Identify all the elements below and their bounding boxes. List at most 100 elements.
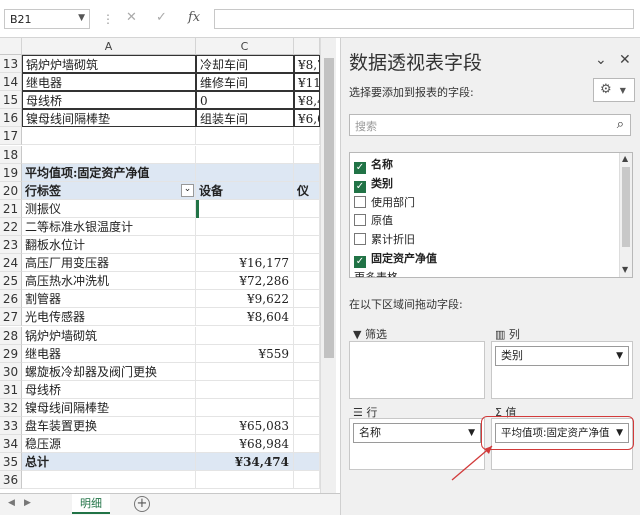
rows-drop-area[interactable]: 名称 ▼ [349, 418, 485, 470]
cell-c[interactable] [196, 380, 294, 399]
cell-a[interactable]: 高压热水冲洗机 [22, 272, 196, 291]
cell-c[interactable] [196, 163, 294, 182]
row-number[interactable]: 22 [0, 217, 22, 236]
cell-d[interactable] [294, 326, 320, 345]
row-number[interactable]: 30 [0, 362, 22, 381]
cell-d[interactable] [294, 290, 320, 309]
row-number[interactable]: 21 [0, 199, 22, 218]
row-number[interactable]: 23 [0, 236, 22, 255]
row-number[interactable]: 35 [0, 453, 22, 472]
field-item[interactable]: 使用部门 [354, 194, 415, 212]
row-number[interactable]: 26 [0, 290, 22, 309]
checkbox-icon[interactable] [354, 214, 366, 227]
cell-d[interactable] [294, 362, 320, 381]
cell-c[interactable] [196, 326, 294, 345]
cell-a[interactable]: 锅炉炉墙砌筑 [22, 55, 196, 74]
checkbox-checked-icon[interactable]: ✓ [354, 256, 366, 268]
row-number[interactable]: 28 [0, 326, 22, 345]
field-item[interactable]: ✓ 名称 [354, 156, 393, 174]
cell-d[interactable] [294, 471, 320, 490]
field-item[interactable]: 累计折旧 [354, 231, 415, 249]
row-number[interactable]: 25 [0, 272, 22, 291]
cell-c[interactable]: 冷却车间 [196, 55, 294, 74]
cell-a[interactable]: 盘车装置更换 [22, 417, 196, 436]
cell-a[interactable]: 平均值项:固定资产净值 [22, 163, 196, 182]
cell-c[interactable] [196, 471, 294, 490]
vertical-scrollbar[interactable] [320, 38, 336, 493]
field-item[interactable]: ✓ 固定资产净值 [354, 250, 437, 268]
chevron-down-icon[interactable]: ▼ [616, 347, 623, 365]
row-number[interactable]: 14 [0, 73, 22, 92]
close-icon[interactable]: ✕ [619, 52, 631, 68]
cell-a[interactable]: 母线桥 [22, 380, 196, 399]
cell-c[interactable] [196, 127, 294, 146]
rows-field-pill[interactable]: 名称 ▼ [353, 423, 481, 443]
cell-c[interactable]: ¥8,604 [196, 308, 294, 327]
field-search-input[interactable]: 搜索 ⌕ [349, 114, 631, 136]
column-header-d[interactable] [294, 38, 320, 55]
cell-a[interactable]: 继电器 [22, 73, 196, 92]
chevron-down-icon[interactable]: ▼ [78, 13, 85, 23]
prev-sheet-icon[interactable]: ◀ [8, 498, 15, 508]
row-number[interactable]: 24 [0, 254, 22, 273]
cell-a[interactable]: 锅炉炉墙砌筑 [22, 326, 196, 345]
row-number[interactable]: 16 [0, 109, 22, 128]
filter-dropdown-icon[interactable]: ⌄ [181, 183, 194, 197]
cell-a[interactable]: 螺旋板冷却器及阀门更换 [22, 362, 196, 381]
cell-d[interactable] [294, 417, 320, 436]
cell-a[interactable]: 母线桥 [22, 91, 196, 110]
checkbox-icon[interactable] [354, 195, 366, 208]
row-number[interactable]: 33 [0, 417, 22, 436]
cell-d[interactable]: ¥8,7 [294, 55, 320, 74]
checkbox-checked-icon[interactable]: ✓ [354, 180, 366, 193]
row-number[interactable]: 31 [0, 380, 22, 399]
cell-d[interactable] [294, 127, 320, 146]
scroll-up-icon[interactable]: ▲ [622, 154, 628, 163]
cell-d[interactable] [294, 435, 320, 454]
cell-c[interactable]: ¥16,177 [196, 254, 294, 273]
cell-a[interactable]: 行标签 [22, 181, 196, 200]
filter-drop-area[interactable] [349, 341, 485, 399]
field-list-scrollbar[interactable]: ▲ ▼ [619, 153, 632, 277]
cell-c[interactable]: ¥34,474 [196, 453, 294, 472]
row-number[interactable]: 29 [0, 344, 22, 363]
row-number[interactable]: 34 [0, 435, 22, 454]
cell-a[interactable]: 继电器 [22, 344, 196, 363]
cell-d[interactable] [294, 254, 320, 273]
checkbox-icon[interactable] [354, 233, 366, 246]
row-number[interactable]: 15 [0, 91, 22, 110]
checkbox-checked-icon[interactable]: ✓ [354, 162, 366, 174]
cell-c[interactable] [196, 236, 294, 255]
cell-a[interactable]: 高压厂用变压器 [22, 254, 196, 273]
field-item[interactable]: 更多表格 [354, 269, 398, 277]
scrollbar-thumb[interactable] [622, 167, 630, 247]
columns-field-pill[interactable]: 类别 ▼ [495, 346, 629, 366]
cell-c[interactable]: 0 [196, 91, 294, 110]
insert-function-icon[interactable]: fx [188, 10, 200, 25]
cell-a[interactable]: 镍母线间隔棒垫 [22, 398, 196, 417]
cell-d[interactable] [294, 199, 320, 218]
row-number[interactable]: 32 [0, 398, 22, 417]
scroll-down-icon[interactable]: ▼ [622, 265, 628, 274]
cell-d[interactable]: ¥6,0 [294, 109, 320, 128]
row-number[interactable]: 13 [0, 55, 22, 74]
cancel-icon[interactable]: ✕ [126, 10, 137, 25]
column-header-a[interactable]: A [22, 38, 196, 55]
row-number[interactable]: 36 [0, 471, 22, 490]
scrollbar-thumb[interactable] [324, 58, 334, 358]
row-number[interactable]: 17 [0, 127, 22, 146]
cell-a[interactable]: 二等标准水银温度计 [22, 217, 196, 236]
column-header-c[interactable]: C [196, 38, 294, 55]
cell-a[interactable] [22, 471, 196, 490]
cell-c[interactable] [196, 398, 294, 417]
cell-a[interactable]: 翻板水位计 [22, 236, 196, 255]
cell-a[interactable]: 总计 [22, 453, 196, 472]
columns-drop-area[interactable]: 类别 ▼ [491, 341, 633, 399]
row-number[interactable]: 20 [0, 181, 22, 200]
confirm-icon[interactable]: ✓ [156, 10, 167, 25]
cell-d[interactable]: 仪 [294, 181, 320, 200]
cell-d[interactable] [294, 163, 320, 182]
cell-d[interactable] [294, 272, 320, 291]
cell-d[interactable] [294, 217, 320, 236]
cell-c[interactable] [196, 217, 294, 236]
